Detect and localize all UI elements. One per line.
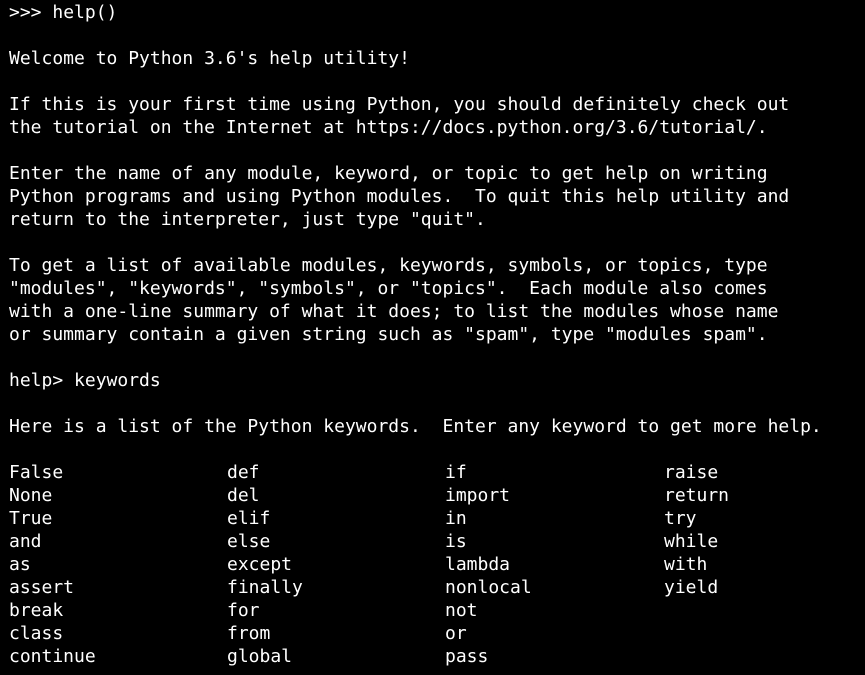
keyword-cell: try — [664, 508, 697, 529]
python-prompt: >>> — [9, 2, 53, 23]
help-command-text: keywords — [74, 370, 161, 391]
keyword-cell: if — [445, 462, 467, 483]
terminal-window[interactable]: >>> help() Welcome to Python 3.6's help … — [0, 0, 865, 675]
keyword-cell: return — [664, 485, 730, 506]
keyword-cell: except — [227, 554, 293, 575]
enter-line-2: Python programs and using Python modules… — [9, 186, 790, 207]
keywords-table: False def if raise None del import return True el… — [9, 461, 865, 668]
welcome-message: Welcome to Python 3.6's help utility! — [9, 48, 410, 69]
enter-line-1: Enter the name of any module, keyword, o… — [9, 163, 768, 184]
keyword-cell: None — [9, 485, 53, 506]
help-prompt-line: help> keywords — [9, 369, 865, 392]
keyword-cell: yield — [664, 577, 719, 598]
list-line-2: "modules", "keywords", "symbols", or "to… — [9, 278, 768, 299]
keyword-cell: pass — [445, 646, 489, 667]
keyword-cell: def — [227, 462, 260, 483]
keyword-cell: not — [445, 600, 478, 621]
keywords-header: Here is a list of the Python keywords. E… — [9, 416, 822, 437]
keyword-cell: else — [227, 531, 271, 552]
keyword-cell — [664, 645, 864, 668]
keyword-cell: or — [445, 623, 467, 644]
intro-line-1: If this is your first time using Python,… — [9, 94, 790, 115]
keyword-cell: False — [9, 462, 64, 483]
list-line-1: To get a list of available modules, keyw… — [9, 255, 768, 276]
keyword-cell: nonlocal — [445, 577, 532, 598]
keyword-cell: del — [227, 485, 260, 506]
prompt-line-help-call: >>> help() — [9, 1, 865, 24]
keyword-cell: from — [227, 623, 271, 644]
keyword-cell: for — [227, 600, 260, 621]
keyword-cell — [664, 622, 864, 645]
intro-line-2: the tutorial on the Internet at https://… — [9, 117, 768, 138]
keyword-cell: break — [9, 600, 64, 621]
keyword-cell: with — [664, 554, 708, 575]
keyword-cell: continue — [9, 646, 96, 667]
keyword-cell: import — [445, 485, 511, 506]
help-prompt: help> — [9, 370, 75, 391]
keyword-cell: in — [445, 508, 467, 529]
keyword-cell: global — [227, 646, 293, 667]
keyword-cell: True — [9, 508, 53, 529]
keyword-cell: elif — [227, 508, 271, 529]
keyword-cell: while — [664, 531, 719, 552]
keyword-cell — [664, 599, 864, 622]
command-text: help() — [52, 2, 118, 23]
keyword-cell: finally — [227, 577, 303, 598]
enter-line-3: return to the interpreter, just type "qu… — [9, 209, 486, 230]
keyword-cell: assert — [9, 577, 75, 598]
keyword-cell: as — [9, 554, 31, 575]
list-line-3: with a one-line summary of what it does;… — [9, 301, 779, 322]
keyword-cell: is — [445, 531, 467, 552]
keyword-cell: lambda — [445, 554, 511, 575]
keyword-cell: and — [9, 531, 42, 552]
keyword-cell: raise — [664, 462, 719, 483]
keyword-cell: class — [9, 623, 64, 644]
list-line-4: or summary contain a given string such a… — [9, 324, 768, 345]
